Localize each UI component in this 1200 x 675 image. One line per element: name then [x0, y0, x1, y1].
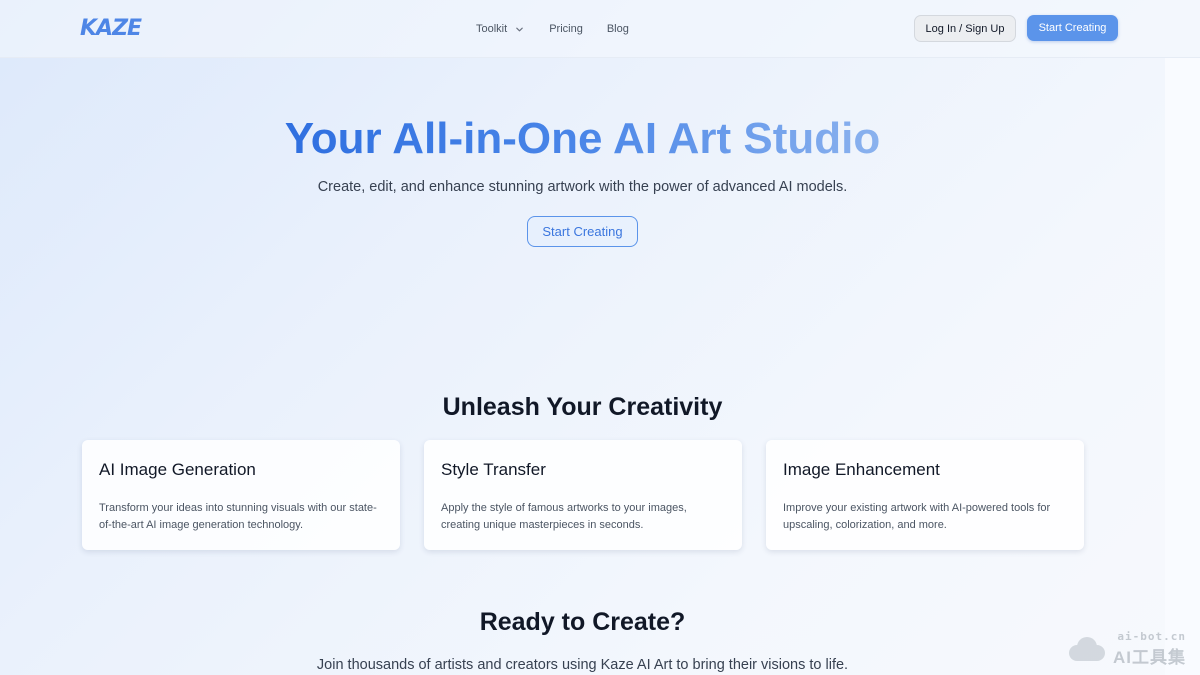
cloud-logo-icon: [1069, 637, 1105, 661]
feature-card-image-enhancement: Image Enhancement Improve your existing …: [766, 440, 1084, 550]
chevron-down-icon: [516, 27, 523, 31]
cta-title: Ready to Create?: [479, 608, 686, 636]
login-signup-button[interactable]: Log In / Sign Up: [914, 15, 1016, 42]
nav-item-blog[interactable]: Blog: [607, 20, 629, 38]
kaze-logo[interactable]: KAZE: [80, 14, 142, 42]
nav-item-toolkit[interactable]: Toolkit: [476, 20, 524, 38]
top-navbar: KAZE Toolkit Pricing Blog Log In / Sign …: [0, 0, 1200, 58]
feature-card-title: Style Transfer: [441, 460, 546, 479]
feature-card-title: Image Enhancement: [783, 460, 940, 479]
watermark-text: ai-bot.cn AI工具集: [1113, 630, 1186, 668]
start-creating-header-button[interactable]: Start Creating: [1027, 15, 1118, 41]
feature-card-style-transfer: Style Transfer Apply the style of famous…: [424, 440, 742, 550]
hero-title-text: Your All-in-One AI Art Studio: [284, 114, 881, 163]
cta-subtitle: Join thousands of artists and creators u…: [316, 657, 849, 673]
feature-card-title: AI Image Generation: [99, 460, 256, 479]
nav-item-pricing[interactable]: Pricing: [549, 20, 583, 38]
feature-card-description: Transform your ideas into stunning visua…: [99, 502, 377, 531]
hero-subtitle: Create, edit, and enhance stunning artwo…: [317, 179, 848, 195]
right-edge-panel: [1165, 58, 1200, 675]
hero-title: Your All-in-One AI Art Studio: [0, 113, 1165, 165]
watermark: ai-bot.cn AI工具集: [1065, 630, 1186, 668]
start-creating-hero-button[interactable]: Start Creating: [527, 216, 638, 247]
feature-card-description: Apply the style of famous artworks to yo…: [441, 502, 687, 531]
watermark-url: ai-bot.cn: [1117, 630, 1186, 643]
nav-item-label: Toolkit: [476, 23, 508, 35]
features-section-title: Unleash Your Creativity: [442, 393, 723, 421]
watermark-name: AI工具集: [1113, 648, 1186, 667]
feature-card-description: Improve your existing artwork with AI-po…: [783, 502, 1051, 531]
main-nav: Toolkit Pricing Blog: [476, 20, 629, 38]
feature-card-ai-image-generation: AI Image Generation Transform your ideas…: [82, 440, 400, 550]
